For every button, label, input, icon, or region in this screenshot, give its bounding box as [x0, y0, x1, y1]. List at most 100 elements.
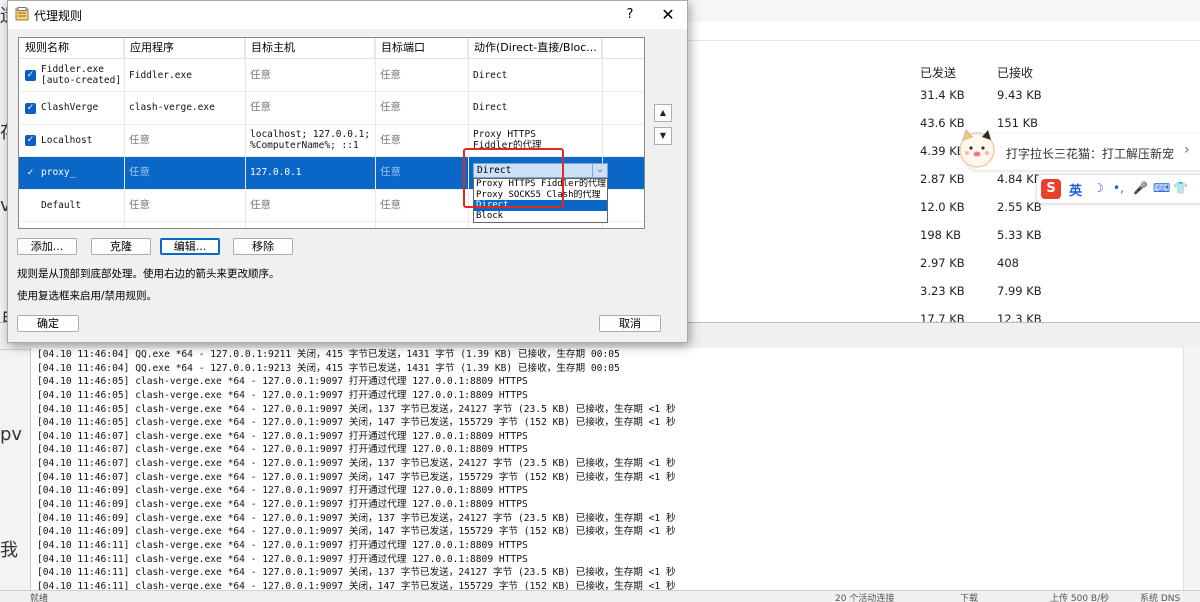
log-pane: [04.10 11:46:04] QQ.exe *64 - 127.0.0.1:… [30, 348, 1200, 590]
column-header-rule-name[interactable]: 规则名称 [19, 38, 124, 58]
remove-button[interactable]: 移除 [233, 238, 293, 255]
target-port-cell: 任意 [380, 68, 401, 81]
add-button[interactable]: 添加... [17, 238, 77, 255]
divider [686, 40, 1200, 41]
stat-received: 151 KB [997, 116, 1039, 130]
help-button[interactable]: ? [620, 5, 640, 25]
keyboard-icon[interactable]: ⌨ [1153, 181, 1170, 195]
target-host-cell: 任意 [250, 198, 271, 211]
column-header-application[interactable]: 应用程序 [124, 38, 245, 58]
rule-name-cell: Default [41, 199, 82, 211]
action-dropdown-list: Proxy HTTPS Fiddler的代理 Proxy SOCKS5 Clash… [473, 178, 608, 223]
status-download: 下载 [960, 594, 979, 602]
punctuation-icon[interactable]: •, [1113, 181, 1124, 195]
target-host-cell: 任意 [250, 68, 271, 81]
log-line: [04.10 11:46:09] clash-verge.exe *64 - 1… [37, 485, 528, 497]
log-line: [04.10 11:46:04] QQ.exe *64 - 127.0.0.1:… [37, 362, 620, 374]
rule-checkbox[interactable]: ✓ [25, 102, 36, 114]
action-cell: Direct [473, 69, 508, 81]
table-row[interactable]: Fiddler.exe [auto-created] Fiddler.exe 任意任… [19, 59, 644, 92]
move-up-button[interactable]: ▲ [654, 104, 672, 122]
log-line: [04.10 11:46:07] clash-verge.exe *64 - 1… [37, 444, 528, 456]
log-line: [04.10 11:46:04] QQ.exe *64 - 127.0.0.1:… [37, 349, 620, 360]
action-combobox[interactable]: Direct ⌵ [473, 163, 608, 178]
log-line: [04.10 11:46:11] clash-verge.exe *64 - 1… [37, 567, 676, 579]
rule-checkbox[interactable]: ✓ [25, 70, 36, 81]
app-icon [15, 7, 29, 21]
status-dns: 系统 DNS [1140, 594, 1181, 602]
target-host-cell: 127.0.0.1 [250, 167, 302, 178]
log-scrollbar[interactable] [1183, 348, 1200, 590]
clone-button[interactable]: 克隆 [91, 238, 151, 255]
dialog-titlebar[interactable]: 代理规则 ? ✕ [8, 1, 687, 29]
skin-icon[interactable]: 👕 [1173, 181, 1188, 195]
log-line: [04.10 11:46:11] clash-verge.exe *64 - 1… [37, 580, 676, 590]
column-header-sent[interactable]: 已发送 [920, 64, 956, 81]
stat-received: 2.55 KB [997, 200, 1042, 214]
stat-received: 9.43 KB [997, 88, 1042, 102]
application-cell: 任意 [129, 166, 150, 178]
moon-icon[interactable]: ☽ [1093, 181, 1104, 195]
stat-sent: 31.4 KB [920, 88, 965, 102]
table-row[interactable]: ClashVerge clash-verge.exe 任意 任意 Direct ✓ [19, 92, 644, 125]
log-line: [04.10 11:46:05] clash-verge.exe *64 - 1… [37, 403, 676, 415]
log-list: [04.10 11:46:04] QQ.exe *64 - 127.0.0.1:… [31, 348, 1200, 590]
column-header-target-port[interactable]: 目标端口 [375, 38, 468, 58]
stat-received: 5.33 KB [997, 228, 1042, 242]
log-line: [04.10 11:46:07] clash-verge.exe *64 - 1… [37, 458, 676, 470]
rule-checkbox[interactable]: ✓ [25, 135, 36, 146]
proxy-rules-dialog: 代理规则 ? ✕ 规则名称 应用程序 目标主机 目标端口 动作(Direct-直… [7, 0, 688, 343]
log-line: [04.10 11:46:09] clash-verge.exe *64 - 1… [37, 499, 528, 511]
left-fragment: 我 [0, 540, 18, 561]
action-combobox-value: Direct [477, 165, 512, 176]
dialog-title: 代理规则 [34, 9, 83, 23]
stat-received: 4.84 KB [997, 172, 1042, 186]
stat-sent: 198 KB [920, 228, 962, 242]
chevron-right-icon[interactable]: › [1184, 142, 1190, 158]
application-cell: Fiddler.exe [129, 69, 192, 81]
column-header-action[interactable]: 动作(Direct-直接/Bloc... [468, 38, 602, 58]
status-connections: 20 个活动连接 [835, 594, 895, 602]
move-down-button[interactable]: ▼ [654, 127, 672, 145]
hint-checkbox: 使用复选框来启用/禁用规则。 [17, 290, 158, 302]
log-line: [04.10 11:46:05] clash-verge.exe *64 - 1… [37, 417, 676, 429]
stat-sent: 2.87 KB [920, 172, 965, 186]
target-port-cell: 任意 [380, 198, 401, 211]
stat-sent: 12.0 KB [920, 200, 965, 214]
chevron-down-icon[interactable]: ⌵ [592, 164, 607, 177]
cancel-button[interactable]: 取消 [599, 315, 661, 332]
status-upload: 上传 500 B/秒 [1050, 594, 1110, 602]
column-gridline [245, 38, 246, 228]
hint-order: 规则是从顶部到底部处理。使用右边的箭头来更改顺序。 [17, 268, 280, 280]
stat-received: 408 [997, 256, 1019, 270]
column-header-target-host[interactable]: 目标主机 [245, 38, 375, 58]
stat-sent: 2.97 KB [920, 256, 965, 270]
notification-text: 打字拉长三花猫：打工解压新宠 [1006, 147, 1175, 161]
column-gridline [375, 38, 376, 228]
dropdown-option[interactable]: Direct [474, 200, 607, 211]
column-header-received[interactable]: 已接收 [997, 64, 1033, 81]
ok-button[interactable]: 确定 [17, 315, 79, 332]
cat-sticker-icon [959, 128, 995, 168]
log-line: [04.10 11:46:07] clash-verge.exe *64 - 1… [37, 471, 676, 483]
close-button[interactable]: ✕ [656, 5, 680, 25]
stat-received: 7.99 KB [997, 284, 1042, 298]
log-line: [04.10 11:46:11] clash-verge.exe *64 - 1… [37, 553, 528, 565]
action-cell: Proxy HTTPS Fiddler的代理 [473, 129, 542, 151]
table-row[interactable]: Localhost 任意 localhost; 127.0.0.1; %Comput… [19, 124, 644, 157]
edit-button[interactable]: 编辑... [160, 238, 220, 255]
ime-language-toggle[interactable]: 英 [1069, 180, 1082, 199]
dropdown-option[interactable]: Block [474, 211, 607, 222]
status-bar: 就绪 20 个活动连接 下载 上传 500 B/秒 系统 DNS [0, 590, 1200, 602]
rule-checkbox[interactable]: ✓ [25, 168, 36, 179]
log-line: [04.10 11:46:09] clash-verge.exe *64 - 1… [37, 512, 676, 524]
dropdown-option[interactable]: Proxy HTTPS Fiddler的代理 [474, 179, 607, 190]
log-line: [04.10 11:46:05] clash-verge.exe *64 - 1… [37, 376, 528, 388]
sogou-logo-icon[interactable]: S [1041, 179, 1061, 199]
column-gridline [124, 38, 125, 228]
dropdown-option[interactable]: Proxy SOCKS5 Clash的代理 [474, 190, 607, 201]
application-cell: clash-verge.exe [129, 102, 215, 113]
ime-toolbar[interactable]: S 英 ☽ •, 🎤 ⌨ 👕 [1036, 174, 1200, 204]
microphone-icon[interactable]: 🎤 [1133, 181, 1148, 195]
application-cell: 任意 [129, 133, 150, 146]
